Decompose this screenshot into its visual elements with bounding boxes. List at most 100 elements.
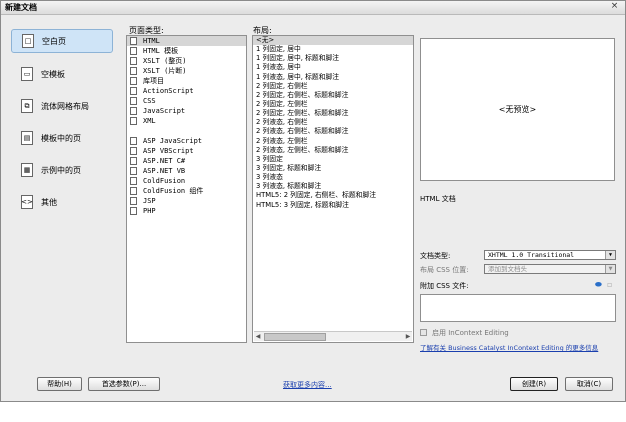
document-icon <box>130 187 137 195</box>
help-button[interactable]: 帮助(H) <box>37 377 82 391</box>
category-list: □ 空白页 ▭ 空模板 ⧉ 流体网格布局 ▤ 模板中的页 ▦ 示例中的页 <> … <box>11 29 119 223</box>
page-type-item[interactable]: HTML 模板 <box>127 46 246 56</box>
document-icon <box>130 107 137 115</box>
page-type-item-label: ASP JavaScript <box>143 137 203 145</box>
category-label: 其他 <box>41 197 57 207</box>
template-page-icon: ▤ <box>21 131 33 145</box>
layout-item[interactable]: 3 列固定 <box>253 155 413 164</box>
scroll-thumb[interactable] <box>264 333 326 341</box>
page-type-item[interactable]: ColdFusion 组件 <box>127 186 246 196</box>
category-page-from-sample[interactable]: ▦ 示例中的页 <box>11 159 119 181</box>
category-blank-template[interactable]: ▭ 空模板 <box>11 63 119 85</box>
doctype-select[interactable]: XHTML 1.0 Transitional ▼ <box>484 250 616 260</box>
layout-item[interactable]: 1 列液态, 居中 <box>253 63 413 72</box>
layout-item[interactable]: 3 列固定, 标题和脚注 <box>253 164 413 173</box>
css-position-label: 布局 CSS 位置: <box>420 266 469 274</box>
document-icon <box>130 207 137 215</box>
get-more-content-link[interactable]: 获取更多内容... <box>283 380 332 390</box>
document-icon <box>130 117 137 125</box>
incontext-checkbox[interactable] <box>420 329 427 336</box>
preferences-button[interactable]: 首选参数(P)... <box>88 377 160 391</box>
page-type-item-label: JSP <box>143 197 156 205</box>
layout-items: <无> 1 列固定, 居中 1 列固定, 居中, 标题和脚注 1 列液态, 居中 1 列… <box>253 36 413 210</box>
preview-caption: HTML 文档 <box>420 195 456 203</box>
layout-item[interactable]: 1 列液态, 居中, 标题和脚注 <box>253 73 413 82</box>
page-type-item[interactable]: ASP JavaScript <box>127 136 246 146</box>
document-icon <box>130 47 137 55</box>
layout-item[interactable]: 2 列固定, 左侧栏 <box>253 100 413 109</box>
page-type-item-label: XML <box>143 117 156 125</box>
layout-item[interactable]: <无> <box>253 36 413 46</box>
attach-css-label: 附加 CSS 文件: <box>420 282 469 290</box>
page-type-item-label: ColdFusion 组件 <box>143 187 204 195</box>
preview-pane: <无预览> <box>420 38 615 181</box>
layout-item[interactable]: HTML5: 2 列固定, 右侧栏、标题和脚注 <box>253 191 413 200</box>
chevron-down-icon: ▼ <box>605 265 615 273</box>
page-type-item-label: ASP.NET VB <box>143 167 186 175</box>
page-type-item[interactable]: JavaScript <box>127 106 246 116</box>
fluid-grid-icon: ⧉ <box>21 99 33 113</box>
page-type-item[interactable]: ASP.NET C# <box>127 156 246 166</box>
category-page-from-template[interactable]: ▤ 模板中的页 <box>11 127 119 149</box>
document-icon <box>130 147 137 155</box>
category-other[interactable]: <> 其他 <box>11 191 119 213</box>
trash-icon[interactable]: ▫ <box>607 280 612 289</box>
page-type-item[interactable]: HTML <box>127 36 246 46</box>
page-type-item-label: XSLT (片断) <box>143 67 187 75</box>
layout-item[interactable]: 2 列液态, 右侧栏、标题和脚注 <box>253 127 413 136</box>
cancel-button[interactable]: 取消(C) <box>565 377 613 391</box>
layout-item[interactable]: 1 列固定, 居中 <box>253 45 413 54</box>
doctype-value: XHTML 1.0 Transitional <box>488 251 575 259</box>
document-icon <box>130 137 137 145</box>
layout-item[interactable]: 2 列液态, 左侧栏 <box>253 137 413 146</box>
scroll-right-icon[interactable]: ▶ <box>404 332 412 341</box>
layout-item[interactable]: 2 列固定, 左侧栏、标题和脚注 <box>253 109 413 118</box>
layout-hscrollbar[interactable]: ◀ ▶ <box>254 331 412 341</box>
document-icon <box>130 67 137 75</box>
page-type-item-label: CSS <box>143 97 156 105</box>
link-icon[interactable]: ⬬ <box>595 280 602 290</box>
page-type-item[interactable]: XSLT (片断) <box>127 66 246 76</box>
dialog-title: 新建文档 <box>5 3 37 12</box>
page-type-items: HTML HTML 模板 XSLT (整页) XSLT (片断) 库项目 ActionSc… <box>127 36 246 216</box>
category-blank-page[interactable]: □ 空白页 <box>11 29 113 53</box>
title-bar: 新建文档 × <box>1 1 625 15</box>
document-icon <box>130 177 137 185</box>
page-type-item[interactable]: 库项目 <box>127 76 246 86</box>
css-position-value: 添加到文档头 <box>488 265 527 273</box>
page-type-item[interactable]: ColdFusion <box>127 176 246 186</box>
learn-more-link[interactable]: 了解有关 Business Catalyst InContext Editing… <box>420 344 616 352</box>
page-type-item <box>127 126 246 136</box>
category-label: 流体网格布局 <box>41 101 89 111</box>
attached-css-list[interactable] <box>420 294 616 322</box>
code-icon: <> <box>21 195 33 209</box>
create-button[interactable]: 创建(R) <box>510 377 558 391</box>
page-type-item[interactable]: ASP.NET VB <box>127 166 246 176</box>
page-type-item[interactable]: PHP <box>127 206 246 216</box>
layout-item[interactable]: HTML5: 3 列固定, 标题和脚注 <box>253 201 413 210</box>
layout-item[interactable]: 3 列液态 <box>253 173 413 182</box>
incontext-label: 启用 InContext Editing <box>432 329 509 337</box>
page-type-item[interactable]: JSP <box>127 196 246 206</box>
document-icon <box>130 57 137 65</box>
page-type-list[interactable]: HTML HTML 模板 XSLT (整页) XSLT (片断) 库项目 ActionSc… <box>126 35 247 343</box>
category-fluid-grid[interactable]: ⧉ 流体网格布局 <box>11 95 119 117</box>
layout-list[interactable]: <无> 1 列固定, 居中 1 列固定, 居中, 标题和脚注 1 列液态, 居中 1 列… <box>252 35 414 343</box>
page-type-item[interactable]: ASP VBScript <box>127 146 246 156</box>
document-icon <box>130 87 137 95</box>
page-type-item[interactable]: XML <box>127 116 246 126</box>
css-position-select[interactable]: 添加到文档头 ▼ <box>484 264 616 274</box>
layout-item[interactable]: 2 列固定, 右侧栏、标题和脚注 <box>253 91 413 100</box>
page-type-item-label: ASP VBScript <box>143 147 194 155</box>
page-type-item[interactable]: CSS <box>127 96 246 106</box>
page-type-item-label: ASP.NET C# <box>143 157 186 165</box>
close-icon[interactable]: × <box>610 2 619 11</box>
page-type-item[interactable]: XSLT (整页) <box>127 56 246 66</box>
page-type-item-label: JavaScript <box>143 107 186 115</box>
scroll-left-icon[interactable]: ◀ <box>254 332 262 341</box>
layout-item[interactable]: 2 列固定, 右侧栏 <box>253 82 413 91</box>
category-label: 模板中的页 <box>41 133 81 143</box>
category-label: 示例中的页 <box>41 165 81 175</box>
layout-item[interactable]: 2 列液态, 左侧栏、标题和脚注 <box>253 146 413 155</box>
page-type-item[interactable]: ActionScript <box>127 86 246 96</box>
